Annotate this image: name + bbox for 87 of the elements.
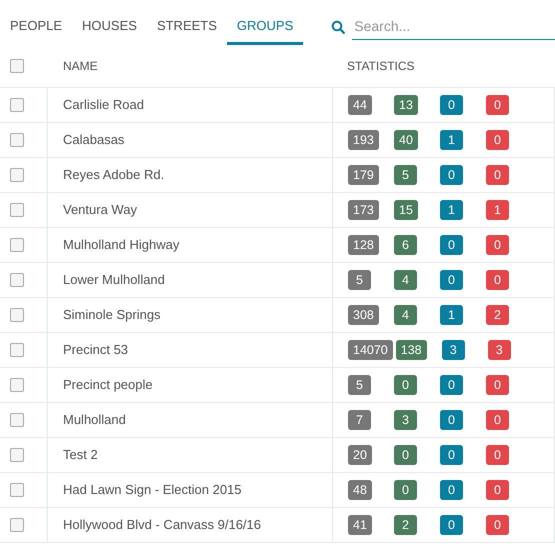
count-badge: 44 [348, 95, 372, 115]
checkbox[interactable] [10, 483, 24, 497]
search-icon[interactable] [331, 20, 346, 34]
count-badge: 2 [394, 515, 417, 535]
count-badge: 0 [486, 480, 509, 500]
group-name: Had Lawn Sign - Election 2015 [63, 481, 242, 500]
count-badge: 0 [486, 235, 509, 255]
count-badge: 4 [394, 305, 417, 325]
count-badge: 1 [440, 130, 463, 150]
checkbox[interactable] [10, 343, 24, 357]
count-badge: 0 [440, 235, 463, 255]
count-badge: 0 [440, 270, 463, 290]
count-badge: 0 [486, 130, 509, 150]
group-name: Hollywood Blvd - Canvass 9/16/16 [63, 516, 261, 534]
count-badge: 3 [442, 340, 465, 360]
checkbox[interactable] [10, 308, 24, 322]
group-name: Siminole Springs [63, 306, 161, 324]
count-badge: 5 [348, 375, 371, 395]
count-badge: 128 [348, 235, 379, 255]
checkbox[interactable] [10, 133, 24, 147]
group-name: Precinct 53 [63, 341, 128, 360]
count-badge: 0 [486, 410, 509, 430]
count-badge: 20 [348, 445, 372, 465]
group-name: Lower Mulholland [63, 271, 165, 290]
count-badge: 0 [440, 480, 463, 500]
group-name: Test 2 [63, 446, 98, 464]
count-badge: 0 [486, 375, 509, 395]
count-badge: 193 [348, 130, 379, 150]
count-badge: 48 [348, 480, 372, 500]
tab[interactable]: GROUPS [226, 0, 304, 45]
tab[interactable]: STREETS [146, 0, 227, 45]
group-name: Carlislie Road [63, 96, 144, 114]
count-badge: 3 [488, 340, 511, 360]
count-badge: 0 [486, 270, 509, 290]
checkbox[interactable] [10, 413, 24, 427]
count-badge: 41 [348, 515, 372, 535]
count-badge: 3 [394, 410, 417, 430]
count-badge: 15 [394, 200, 418, 220]
count-badge: 0 [486, 95, 509, 115]
checkbox[interactable] [10, 518, 24, 532]
count-badge: 6 [394, 235, 417, 255]
count-badge: 7 [348, 410, 371, 430]
count-badge: 0 [394, 445, 417, 465]
tab[interactable]: PEOPLE [0, 0, 72, 45]
group-name: Mulholland Highway [63, 236, 180, 254]
count-badge: 0 [440, 375, 463, 395]
count-badge: 5 [394, 165, 417, 185]
checkbox[interactable] [10, 168, 24, 182]
count-badge: 0 [440, 410, 463, 430]
count-badge: 308 [348, 305, 379, 325]
count-badge: 179 [348, 165, 379, 185]
checkbox[interactable] [10, 273, 24, 287]
count-badge: 173 [348, 200, 379, 220]
count-badge: 4 [394, 270, 417, 290]
count-badge: 0 [394, 480, 417, 500]
group-name: Calabasas [63, 131, 124, 150]
count-badge: 0 [440, 515, 463, 535]
checkbox[interactable] [10, 98, 24, 112]
count-badge: 5 [348, 270, 371, 290]
count-badge: 13 [394, 95, 418, 115]
count-badge: 138 [396, 340, 427, 360]
column-header: NAME [62, 58, 99, 75]
count-badge: 0 [394, 375, 417, 395]
search-field[interactable]: Search... [352, 14, 555, 40]
checkbox[interactable] [10, 238, 24, 252]
count-badge: 1 [486, 200, 509, 220]
group-name: Mulholland [63, 411, 126, 430]
count-badge: 0 [440, 165, 463, 185]
checkbox[interactable] [10, 59, 24, 73]
group-name: Ventura Way [63, 201, 137, 220]
column-header: STATISTICS [346, 58, 415, 75]
checkbox[interactable] [10, 203, 24, 217]
count-badge: 40 [394, 130, 418, 150]
group-name: Precinct people [63, 376, 153, 394]
checkbox[interactable] [10, 378, 24, 392]
count-badge: 1 [440, 200, 463, 220]
count-badge: 0 [486, 445, 509, 465]
count-badge: 0 [486, 165, 509, 185]
count-badge: 0 [440, 445, 463, 465]
group-name: Reyes Adobe Rd. [63, 166, 164, 184]
count-badge: 0 [440, 95, 463, 115]
count-badge: 1 [440, 305, 463, 325]
count-badge: 0 [486, 515, 509, 535]
count-badge: 2 [486, 305, 509, 325]
tab[interactable]: HOUSES [72, 0, 147, 45]
count-badge: 14070 [348, 340, 393, 360]
checkbox[interactable] [10, 448, 24, 462]
